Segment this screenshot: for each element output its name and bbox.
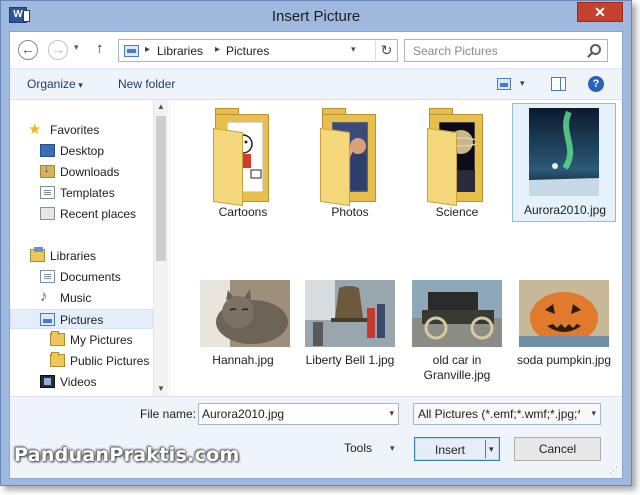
sidebar-item-label: Downloads	[60, 165, 120, 179]
sidebar-item-my-pictures[interactable]: My Pictures	[10, 330, 153, 350]
navigation-bar: ← → ▾ ↑ ▸ Libraries ▸ Pictures ▾ ↻ Searc…	[10, 32, 622, 68]
breadcrumb-pictures[interactable]: Pictures	[226, 44, 269, 58]
sidebar-item-libraries[interactable]: Libraries	[10, 246, 153, 266]
file-type-select[interactable]: All Pictures (*.emf;*.wmf;*.jpg;* ▾	[413, 403, 601, 425]
sidebar-item-label: Libraries	[50, 249, 97, 263]
sidebar-item-public-pictures[interactable]: Public Pictures	[10, 351, 153, 371]
recent-places-icon	[40, 207, 55, 220]
command-toolbar: Organize New folder ▾ ?	[10, 68, 622, 100]
back-button[interactable]: ←	[18, 40, 38, 60]
sidebar-item-label: Documents	[60, 270, 121, 284]
scrollbar-thumb[interactable]	[156, 116, 166, 261]
sidebar-item-label: Recent places	[60, 207, 137, 221]
view-options-dropdown-icon[interactable]: ▾	[520, 78, 525, 89]
sidebar-item-label: Desktop	[60, 144, 105, 158]
address-bar[interactable]: ▸ Libraries ▸ Pictures ▾ ↻	[118, 39, 398, 62]
videos-icon	[40, 375, 55, 388]
dialog-body: ← → ▾ ↑ ▸ Libraries ▸ Pictures ▾ ↻ Searc…	[9, 31, 623, 479]
templates-icon	[40, 186, 55, 199]
sidebar-item-recent-places[interactable]: Recent places	[10, 204, 153, 224]
split-divider	[485, 440, 486, 458]
sidebar-item-label: Pictures	[60, 313, 104, 327]
breadcrumb-libraries[interactable]: Libraries	[157, 44, 203, 58]
insert-button-label: Insert	[434, 443, 465, 457]
breadcrumb-separator-icon[interactable]: ▸	[145, 44, 150, 55]
dialog-title: Insert Picture	[271, 8, 361, 25]
documents-icon	[40, 270, 55, 283]
insert-picture-dialog: W Insert Picture ✕ ← → ▾ ↑ ▸ Libraries ▸…	[0, 0, 632, 486]
sidebar-item-templates[interactable]: Templates	[10, 183, 153, 203]
sidebar-item-label: My Pictures	[70, 333, 133, 347]
resize-grip-icon[interactable]: ⋰	[609, 465, 618, 476]
file-name-dropdown-icon[interactable]: ▾	[389, 408, 394, 419]
scroll-down-icon[interactable]: ▼	[154, 382, 168, 396]
folder-icon	[50, 352, 65, 367]
up-arrow-icon[interactable]: ↑	[96, 40, 104, 57]
file-type-value: All Pictures (*.emf;*.wmf;*.jpg;*	[418, 407, 580, 421]
search-box[interactable]: Search Pictures	[404, 39, 608, 62]
sidebar-item-label: Public Pictures	[70, 354, 150, 368]
sidebar-item-documents[interactable]: Documents	[10, 267, 153, 287]
tools-dropdown-icon[interactable]: ▾	[390, 443, 395, 454]
preview-pane-icon[interactable]	[551, 77, 566, 91]
organize-button[interactable]: Organize	[27, 77, 83, 91]
file-name-label: File name:	[140, 407, 197, 421]
watermark-text: PanduanPraktis.com	[14, 444, 240, 466]
refresh-icon[interactable]: ↻	[375, 41, 397, 60]
close-button[interactable]: ✕	[577, 2, 623, 22]
tools-button[interactable]: Tools	[344, 441, 372, 455]
sidebar-item-desktop[interactable]: Desktop	[10, 141, 153, 161]
music-icon: ♪	[40, 288, 48, 305]
sidebar-item-music[interactable]: ♪ Music	[10, 288, 153, 308]
search-input[interactable]: Search Pictures	[413, 44, 498, 58]
sidebar-item-pictures[interactable]: Pictures	[10, 309, 153, 329]
sidebar-scrollbar[interactable]: ▲ ▼	[153, 100, 168, 396]
desktop-icon	[40, 144, 55, 157]
star-icon: ★	[28, 121, 42, 138]
sidebar-item-favorites[interactable]: ★ Favorites	[10, 120, 153, 140]
navigation-pane: ★ Favorites Desktop Downloads Templates …	[10, 100, 168, 396]
file-name-field[interactable]	[202, 406, 372, 422]
title-bar[interactable]: W Insert Picture ✕	[1, 1, 631, 31]
file-name-combobox[interactable]: ▾	[198, 403, 399, 425]
file-view-border	[169, 100, 622, 396]
search-icon[interactable]	[590, 44, 601, 55]
sidebar-item-label: Templates	[60, 186, 115, 200]
insert-options-dropdown-icon[interactable]: ▾	[489, 444, 494, 455]
breadcrumb-separator-icon[interactable]: ▸	[215, 44, 220, 55]
new-folder-button[interactable]: New folder	[118, 77, 175, 91]
help-icon[interactable]: ?	[588, 76, 604, 92]
file-view: Cartoons Photos Science Aurora2010.jpg H…	[169, 100, 622, 396]
sidebar-item-downloads[interactable]: Downloads	[10, 162, 153, 182]
forward-button[interactable]: →	[48, 40, 68, 60]
scroll-up-icon[interactable]: ▲	[154, 100, 168, 114]
sidebar-item-label: Music	[60, 291, 92, 305]
sidebar-item-videos[interactable]: Videos	[10, 372, 153, 392]
file-type-dropdown-icon[interactable]: ▾	[591, 408, 596, 419]
pictures-icon	[40, 313, 55, 326]
recent-locations-icon[interactable]: ▾	[74, 42, 79, 53]
folder-icon	[50, 331, 65, 346]
insert-button[interactable]: Insert ▾	[414, 437, 500, 461]
change-view-icon[interactable]	[497, 78, 511, 90]
address-dropdown-icon[interactable]: ▾	[351, 44, 356, 55]
pictures-library-icon	[124, 45, 139, 57]
sidebar-item-label: Videos	[60, 375, 97, 389]
downloads-icon	[40, 164, 55, 178]
sidebar-item-label: Favorites	[50, 123, 100, 137]
libraries-icon	[30, 247, 45, 262]
cancel-button[interactable]: Cancel	[514, 437, 601, 461]
